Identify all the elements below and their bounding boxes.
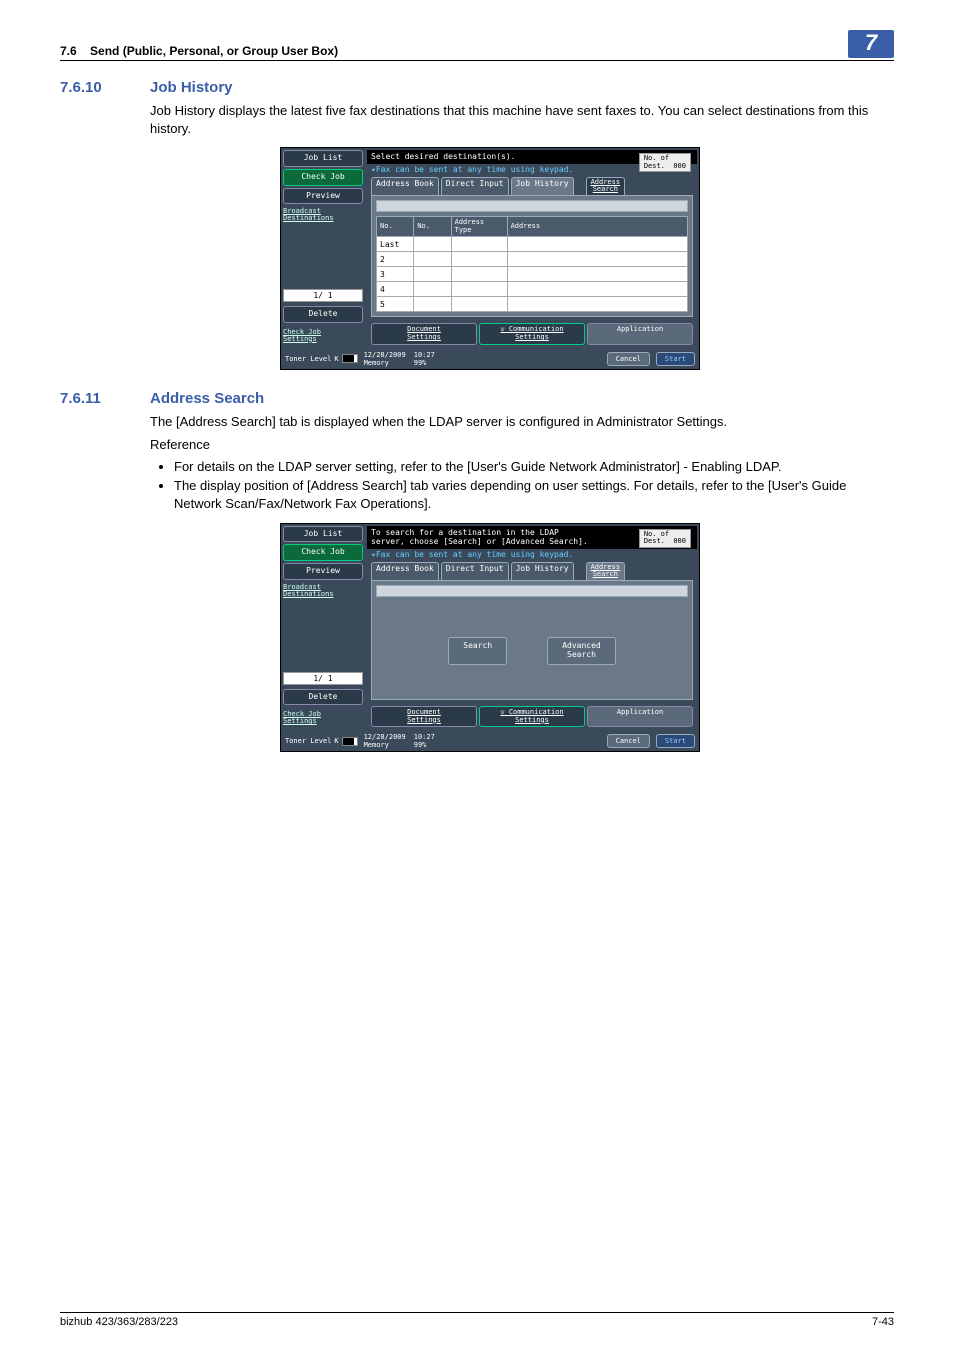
search-button[interactable]: Search — [448, 637, 507, 665]
status-mem-label: Memory — [364, 359, 389, 367]
header-section-ref: 7.6 — [60, 44, 77, 58]
joblist-button[interactable]: Job List — [283, 526, 363, 543]
application-button[interactable]: Application — [587, 706, 693, 727]
start-button[interactable]: Start — [656, 734, 695, 748]
doc-settings-button[interactable]: Document Settings — [371, 706, 477, 727]
preview-button[interactable]: Preview — [283, 563, 363, 580]
table-row[interactable]: 2 — [377, 252, 688, 267]
status-mem-label: Memory — [364, 741, 389, 749]
sec1-number: 7.6.10 — [60, 79, 150, 96]
checkjobsettings-link[interactable]: Check Job Settings — [283, 709, 363, 727]
start-button[interactable]: Start — [656, 352, 695, 366]
tab-job-history[interactable]: Job History — [511, 177, 574, 195]
toner-level: Toner Level K — [285, 354, 358, 363]
sec2-number: 7.6.11 — [60, 390, 150, 407]
footer-page: 7-43 — [872, 1316, 894, 1328]
no-of-dest-badge: No. of Dest. 000 — [639, 153, 691, 172]
page-indicator: 1/ 1 — [283, 672, 363, 685]
bullet-1: For details on the LDAP server setting, … — [174, 458, 894, 476]
col-address: Address — [507, 217, 687, 237]
col-no1: No. — [377, 217, 414, 237]
sec1-title: Job History — [150, 79, 233, 96]
table-row[interactable]: Last — [377, 237, 688, 252]
joblist-button[interactable]: Job List — [283, 150, 363, 167]
page-indicator: 1/ 1 — [283, 289, 363, 302]
footer-model: bizhub 423/363/283/223 — [60, 1316, 178, 1328]
preview-button[interactable]: Preview — [283, 188, 363, 205]
doc-settings-button[interactable]: Document Settings — [371, 323, 477, 344]
advanced-search-button[interactable]: Advanced Search — [547, 637, 616, 665]
status-date: 12/28/2009 — [364, 351, 406, 359]
no-of-dest-badge: No. of Dest. 000 — [639, 529, 691, 548]
sec2-title: Address Search — [150, 390, 264, 407]
checkjob-button[interactable]: Check Job — [283, 169, 363, 186]
screenshot-job-history: Job List Check Job Preview Broadcast Des… — [280, 147, 700, 370]
toner-level: Toner Level K — [285, 737, 358, 746]
tab-address-book[interactable]: Address Book — [371, 562, 439, 580]
table-row[interactable]: 3 — [377, 267, 688, 282]
col-addr-type: Address Type — [451, 217, 507, 237]
comm-settings-button[interactable]: ☏ Communication Settings — [479, 706, 585, 727]
comm-settings-button[interactable]: ☏ Communication Settings — [479, 323, 585, 344]
delete-button[interactable]: Delete — [283, 689, 363, 706]
checkjobsettings-link[interactable]: Check Job Settings — [283, 327, 363, 345]
keypad-hint: ✦Fax can be sent at any time using keypa… — [367, 549, 697, 560]
reference-label: Reference — [150, 436, 894, 454]
tab-job-history[interactable]: Job History — [511, 562, 574, 580]
status-time: 10:27 — [414, 733, 435, 741]
col-no2: No. — [414, 217, 451, 237]
application-button[interactable]: Application — [587, 323, 693, 344]
tab-address-search[interactable]: Address Search — [586, 177, 626, 195]
status-mem-val: 99% — [414, 741, 427, 749]
cancel-button[interactable]: Cancel — [607, 734, 650, 748]
broadcast-label: Broadcast Destinations — [283, 206, 363, 224]
broadcast-label: Broadcast Destinations — [283, 582, 363, 600]
search-field[interactable] — [376, 200, 688, 212]
status-time: 10:27 — [414, 351, 435, 359]
table-row[interactable]: 5 — [377, 297, 688, 312]
table-row[interactable]: 4 — [377, 282, 688, 297]
checkjob-button[interactable]: Check Job — [283, 544, 363, 561]
delete-button[interactable]: Delete — [283, 306, 363, 323]
history-table: No. No. Address Type Address Last 2 3 4 … — [376, 216, 688, 312]
header-section-title: Send (Public, Personal, or Group User Bo… — [90, 44, 338, 58]
tab-address-search[interactable]: Address Search — [586, 562, 626, 580]
chapter-badge: 7 — [848, 30, 894, 58]
tab-direct-input[interactable]: Direct Input — [441, 562, 509, 580]
cancel-button[interactable]: Cancel — [607, 352, 650, 366]
sec2-paragraph: The [Address Search] tab is displayed wh… — [150, 413, 894, 431]
status-mem-val: 99% — [414, 359, 427, 367]
screenshot-address-search: Job List Check Job Preview Broadcast Des… — [280, 523, 700, 753]
status-date: 12/28/2009 — [364, 733, 406, 741]
bullet-2: The display position of [Address Search]… — [174, 477, 894, 512]
sec1-paragraph: Job History displays the latest five fax… — [150, 102, 894, 137]
tab-direct-input[interactable]: Direct Input — [441, 177, 509, 195]
search-field[interactable] — [376, 585, 688, 597]
tab-address-book[interactable]: Address Book — [371, 177, 439, 195]
